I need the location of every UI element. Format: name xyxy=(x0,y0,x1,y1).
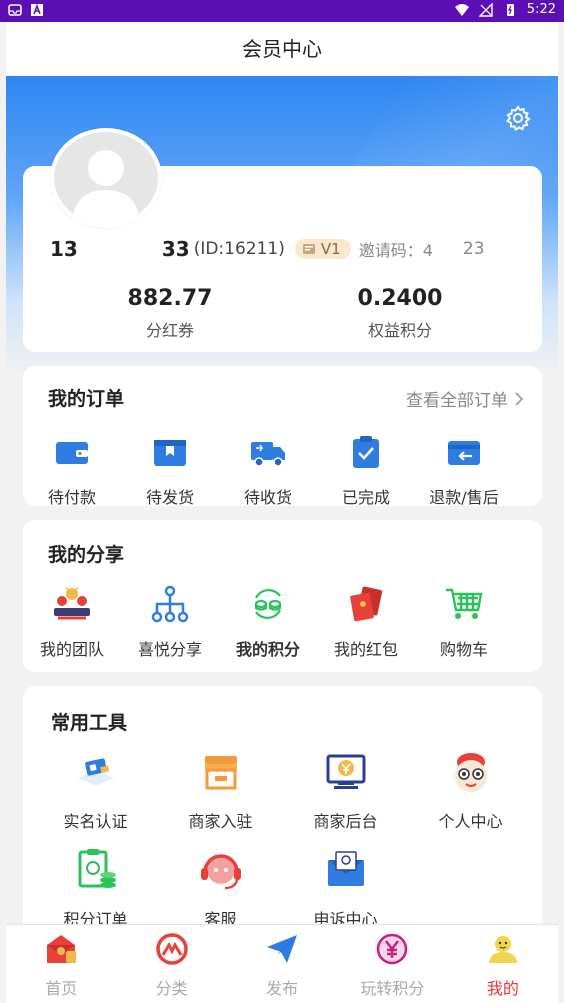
envelope-icon xyxy=(327,851,364,886)
order-item-label: 待付款 xyxy=(47,488,96,507)
order-pending-receipt[interactable]: 待收货 xyxy=(219,432,317,508)
share-title: 我的分享 xyxy=(48,544,125,566)
headset-icon xyxy=(200,854,241,890)
tab-play-points[interactable]: 玩转积分 xyxy=(337,925,447,1003)
level-badge-icon xyxy=(302,244,315,254)
share-my-team[interactable]: 我的团队 xyxy=(23,584,121,660)
tool-merchant-join[interactable]: 商家入驻 xyxy=(158,748,283,846)
share-item-label: 我的红包 xyxy=(333,640,398,659)
share-item-label: 喜悦分享 xyxy=(137,640,202,659)
settings-gear-icon[interactable] xyxy=(504,104,532,132)
level-badge: V1 xyxy=(294,239,351,259)
tab-category[interactable]: 分类 xyxy=(116,925,226,1003)
share-item-label: 购物车 xyxy=(439,640,488,659)
share-shopping-cart[interactable]: 购物车 xyxy=(415,584,513,660)
bottom-tab-bar: 首页 分类 发布 玩转积分 我的 xyxy=(6,924,558,1003)
paper-plane-icon xyxy=(267,935,298,963)
phone-number-end: 33 xyxy=(161,237,190,261)
order-item-label: 待发货 xyxy=(145,488,194,507)
share-card: 我的分享 我的团队 喜悦分享 我的积分 我的红包 购物车 xyxy=(23,520,542,672)
home-envelope-icon xyxy=(47,935,77,963)
monitor-yen-icon xyxy=(326,754,365,789)
tab-label: 发布 xyxy=(266,979,299,998)
app-notification-icon xyxy=(31,3,43,16)
user-info-line: 13 33 (ID:16211) V1 邀请码：4 23 xyxy=(50,237,485,261)
level-text: V1 xyxy=(320,240,341,258)
points-icon xyxy=(254,589,282,619)
team-icon xyxy=(54,586,90,620)
tool-item-label: 实名认证 xyxy=(63,812,128,831)
default-avatar-icon xyxy=(72,150,140,224)
tool-realname-verify[interactable]: 实名认证 xyxy=(33,748,158,846)
wifi-icon xyxy=(454,3,469,16)
status-bar: 5:22 xyxy=(0,0,564,22)
order-pending-payment[interactable]: 待付款 xyxy=(23,432,121,508)
chevron-right-icon xyxy=(515,391,524,406)
stat-equity-points[interactable]: 0.2400 权益积分 xyxy=(330,286,470,341)
stat-label: 分红券 xyxy=(145,321,194,340)
hierarchy-icon xyxy=(151,585,189,623)
orders-title: 我的订单 xyxy=(48,388,125,410)
share-item-label: 我的团队 xyxy=(39,640,104,659)
wallet-icon xyxy=(56,442,88,464)
truck-icon xyxy=(251,442,285,467)
share-item-label: 我的积分 xyxy=(235,640,300,659)
stat-value: 0.2400 xyxy=(357,286,443,311)
order-refund-aftersales[interactable]: 退款/售后 xyxy=(415,432,513,508)
inbox-notification-icon xyxy=(8,4,22,16)
battery-icon xyxy=(506,3,514,16)
tool-item-label: 商家入驻 xyxy=(188,812,253,831)
signal-icon xyxy=(478,2,493,17)
points-order-icon xyxy=(78,849,116,888)
tab-label: 玩转积分 xyxy=(360,979,425,998)
tab-mine[interactable]: 我的 xyxy=(448,925,558,1003)
tools-title: 常用工具 xyxy=(51,712,128,734)
share-joyful-sharing[interactable]: 喜悦分享 xyxy=(121,584,219,660)
package-icon xyxy=(154,440,186,466)
order-completed[interactable]: 已完成 xyxy=(317,432,415,508)
clipboard-check-icon xyxy=(353,436,379,468)
orders-card: 我的订单 查看全部订单 待付款 待发货 待收货 已完成 退款/售后 xyxy=(23,366,542,508)
status-time: 5:22 xyxy=(526,2,556,17)
id-card-icon xyxy=(77,758,114,786)
invite-code-end: 23 xyxy=(462,239,485,259)
yen-coin-icon xyxy=(377,933,408,965)
share-my-red-envelope[interactable]: 我的红包 xyxy=(317,584,415,660)
order-item-label: 退款/售后 xyxy=(429,488,499,507)
character-face-icon xyxy=(454,753,487,792)
stat-value: 882.77 xyxy=(127,286,213,311)
user-icon xyxy=(488,936,517,963)
tool-merchant-backend[interactable]: 商家后台 xyxy=(283,748,408,846)
shopping-cart-icon xyxy=(446,588,483,619)
order-pending-shipment[interactable]: 待发货 xyxy=(121,432,219,508)
phone-number-start: 13 xyxy=(50,237,78,261)
order-item-label: 已完成 xyxy=(341,488,390,507)
tool-personal-center[interactable]: 个人中心 xyxy=(408,748,533,846)
invite-code-label: 邀请码：4 xyxy=(358,241,433,260)
view-all-orders-text: 查看全部订单 xyxy=(406,391,508,411)
stat-label: 权益积分 xyxy=(367,321,432,340)
tab-label: 分类 xyxy=(155,979,188,998)
tab-publish[interactable]: 发布 xyxy=(227,925,337,1003)
tab-label: 我的 xyxy=(486,979,519,998)
tab-home[interactable]: 首页 xyxy=(6,925,116,1003)
share-my-points[interactable]: 我的积分 xyxy=(219,584,317,660)
storefront-icon xyxy=(204,756,237,790)
avatar[interactable] xyxy=(50,128,162,228)
tools-card: 常用工具 实名认证 商家入驻 商家后台 个人中心 积分订单 客服 申诉中心 xyxy=(23,686,542,946)
red-envelope-icon xyxy=(350,586,383,622)
category-icon xyxy=(155,933,188,965)
order-item-label: 待收货 xyxy=(243,488,292,507)
tool-item-label: 商家后台 xyxy=(313,812,378,831)
stat-dividend-voucher[interactable]: 882.77 分红券 xyxy=(100,286,240,341)
user-id: (ID:16211) xyxy=(193,239,285,259)
tab-label: 首页 xyxy=(45,979,78,998)
view-all-orders-link[interactable]: 查看全部订单 xyxy=(406,386,524,411)
refund-icon xyxy=(448,441,480,465)
tool-item-label: 个人中心 xyxy=(438,812,503,831)
page-title: 会员中心 xyxy=(6,22,558,76)
